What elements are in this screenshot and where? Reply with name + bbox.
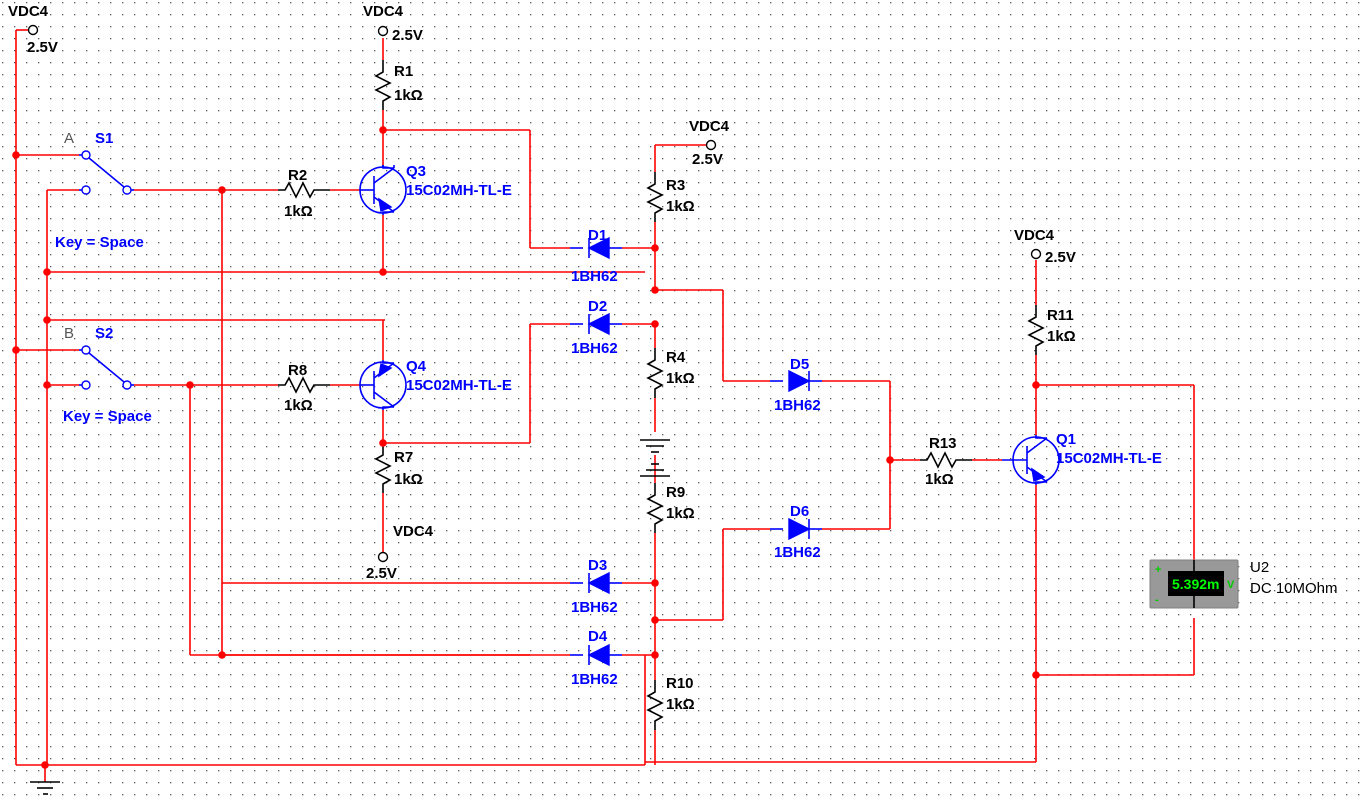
resistor-value-label: 1kΩ <box>666 696 695 713</box>
switch-key-label: Key = Space <box>63 408 152 425</box>
multimeter-mode-label: DC 10MOhm <box>1250 580 1338 597</box>
source-name-label: VDC4 <box>8 3 49 20</box>
resistor-value-label: 1kΩ <box>666 370 695 387</box>
switch-input-label: B <box>64 325 74 342</box>
resistor-ref-label: R4 <box>666 349 686 366</box>
transistor-part-label: 15C02MH-TL-E <box>1056 450 1162 467</box>
switch-ref-label: S1 <box>95 130 113 147</box>
resistor-ref-label: R7 <box>394 449 413 466</box>
diode-part-label: 1BH62 <box>774 544 821 561</box>
multimeter-ref-label: U2 <box>1250 559 1269 576</box>
resistor-ref-label: R11 <box>1047 307 1074 324</box>
terminal-circle-icon <box>377 551 389 563</box>
transistor-part-label: 15C02MH-TL-E <box>406 377 512 394</box>
source-name-label: VDC4 <box>1014 227 1055 244</box>
schematic-canvas: VDC4 2.5V VDC4 2.5V VDC4 2.5V VDC4 2.5V … <box>0 0 1362 802</box>
multimeter-minus-terminal-label: - <box>1155 594 1159 606</box>
diode-part-label: 1BH62 <box>774 397 821 414</box>
terminal-circle-icon <box>377 25 389 37</box>
resistor-value-label: 1kΩ <box>925 471 954 488</box>
resistor-value-label: 1kΩ <box>284 203 313 220</box>
switch-terminal-no-icon <box>122 380 132 390</box>
resistor-ref-label: R3 <box>666 177 685 194</box>
switch-terminal-nc-icon <box>81 380 91 390</box>
resistor-ref-label: R2 <box>288 167 307 184</box>
resistor-ref-label: R1 <box>394 63 413 80</box>
switch-ref-label: S2 <box>95 325 113 342</box>
diode-ref-label: D4 <box>588 628 608 645</box>
terminal-circle-icon <box>27 24 39 36</box>
source-value-label: 2.5V <box>366 565 397 582</box>
transistor-ref-label: Q3 <box>406 163 426 180</box>
diode-ref-label: D6 <box>790 503 809 520</box>
terminal-circle-icon <box>1030 248 1042 260</box>
resistor-ref-label: R10 <box>666 675 694 692</box>
resistor-value-label: 1kΩ <box>394 471 423 488</box>
source-value-label: 2.5V <box>692 151 723 168</box>
circuit-schematic: VDC4 2.5V VDC4 2.5V VDC4 2.5V VDC4 2.5V … <box>0 0 1362 802</box>
diode-part-label: 1BH62 <box>571 268 618 285</box>
source-name-label: VDC4 <box>363 3 404 20</box>
source-name-label: VDC4 <box>689 118 730 135</box>
source-value-label: 2.5V <box>27 39 58 56</box>
diode-ref-label: D3 <box>588 557 607 574</box>
source-value-label: 2.5V <box>1045 249 1076 266</box>
multimeter-unit: V <box>1227 579 1235 591</box>
resistor-value-label: 1kΩ <box>666 198 695 215</box>
resistor-value-label: 1kΩ <box>284 397 313 414</box>
multimeter-plus-terminal-label: + <box>1155 564 1161 576</box>
resistor-value-label: 1kΩ <box>666 505 695 522</box>
transistor-ref-label: Q1 <box>1056 431 1076 448</box>
resistor-value-label: 1kΩ <box>1047 328 1076 345</box>
diode-ref-label: D5 <box>790 356 809 373</box>
resistor-ref-label: R8 <box>288 362 307 379</box>
source-name-label: VDC4 <box>393 523 434 540</box>
resistor-ref-label: R13 <box>929 435 957 452</box>
diode-ref-label: D2 <box>588 298 607 315</box>
diode-ref-label: D1 <box>588 227 607 244</box>
multimeter-reading: 5.392m <box>1172 576 1219 592</box>
switch-terminal-no-icon <box>122 185 132 195</box>
transistor-part-label: 15C02MH-TL-E <box>406 182 512 199</box>
diode-part-label: 1BH62 <box>571 599 618 616</box>
diode-part-label: 1BH62 <box>571 340 618 357</box>
resistor-value-label: 1kΩ <box>394 87 423 104</box>
switch-input-label: A <box>64 130 74 147</box>
switch-terminal-nc-icon <box>81 185 91 195</box>
transistor-ref-label: Q4 <box>406 358 427 375</box>
resistor-ref-label: R9 <box>666 484 685 501</box>
terminal-circle-icon <box>705 139 717 151</box>
switch-terminal-common-icon <box>81 150 91 160</box>
source-value-label: 2.5V <box>392 27 423 44</box>
switch-terminal-common-icon <box>81 345 91 355</box>
diode-part-label: 1BH62 <box>571 671 618 688</box>
switch-key-label: Key = Space <box>55 234 144 251</box>
